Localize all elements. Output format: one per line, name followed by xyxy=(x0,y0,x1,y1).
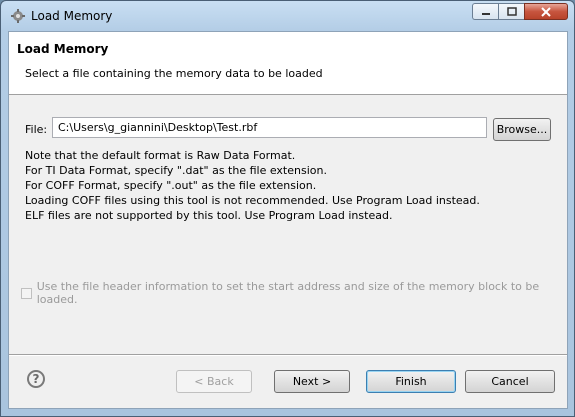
note-line: Note that the default format is Raw Data… xyxy=(25,149,296,162)
finish-button[interactable]: Finish xyxy=(366,370,456,393)
next-button[interactable]: Next > xyxy=(274,370,350,393)
note-line: ELF files are not supported by this tool… xyxy=(25,209,393,222)
use-header-checkbox[interactable] xyxy=(21,287,32,299)
title-bar[interactable]: Load Memory xyxy=(1,1,574,31)
use-header-option[interactable]: Use the file header information to set t… xyxy=(21,280,567,306)
button-bar-divider xyxy=(9,354,567,356)
note-line: For COFF Format, specify ".out" as the f… xyxy=(25,179,317,192)
app-icon xyxy=(11,9,25,23)
minimize-icon xyxy=(481,12,490,15)
use-header-label: Use the file header information to set t… xyxy=(36,280,540,306)
dialog-header: Load Memory Select a file containing the… xyxy=(9,32,567,95)
window-controls xyxy=(472,3,568,20)
file-label: File: xyxy=(25,123,48,136)
close-icon xyxy=(541,6,551,17)
note-line: For TI Data Format, specify ".dat" as th… xyxy=(25,164,327,177)
window-title: Load Memory xyxy=(31,9,113,23)
back-button[interactable]: < Back xyxy=(176,370,252,393)
format-notes: Note that the default format is Raw Data… xyxy=(25,148,480,223)
file-path-input[interactable] xyxy=(52,117,487,138)
note-line: Loading COFF files using this tool is no… xyxy=(25,194,480,207)
minimize-button[interactable] xyxy=(472,3,498,20)
close-button[interactable] xyxy=(524,3,568,20)
dialog-window: Load Memory Load Memory Select a file co… xyxy=(0,0,575,417)
browse-button[interactable]: Browse... xyxy=(493,118,551,141)
help-icon[interactable]: ? xyxy=(27,370,45,388)
page-description: Select a file containing the memory data… xyxy=(25,67,323,80)
maximize-button[interactable] xyxy=(498,3,524,20)
page-title: Load Memory xyxy=(17,42,109,56)
maximize-icon xyxy=(506,7,517,16)
cancel-button[interactable]: Cancel xyxy=(465,370,555,393)
dialog-body: Load Memory Select a file containing the… xyxy=(8,31,568,409)
